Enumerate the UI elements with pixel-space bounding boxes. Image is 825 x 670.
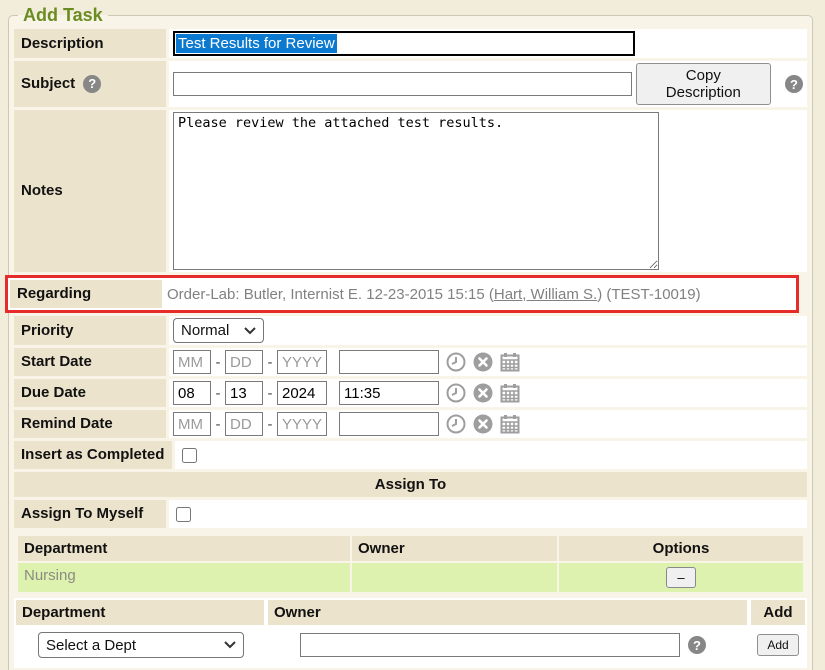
remind-date-time-input[interactable] <box>339 412 439 436</box>
start-date-row: Start Date - - <box>14 348 807 376</box>
regarding-value: Order-Lab: Butler, Internist E. 12-23-20… <box>165 280 703 308</box>
assign-to-section-header: Assign To <box>14 472 807 497</box>
assigned-table-row: Nursing – <box>18 563 803 592</box>
owner-help-icon[interactable]: ? <box>688 636 706 654</box>
subject-help-icon[interactable]: ? <box>83 75 101 93</box>
assigned-owner-value <box>352 563 557 592</box>
start-date-calendar-icon[interactable] <box>500 352 520 372</box>
start-date-label: Start Date <box>14 348 166 376</box>
due-date-day-input[interactable] <box>225 381 263 405</box>
start-date-month-input[interactable] <box>173 350 211 374</box>
assigned-department-value: Nursing <box>18 563 350 592</box>
priority-label: Priority <box>14 316 166 345</box>
department-selected-value: Select a Dept <box>46 637 136 654</box>
assign-to-myself-row: Assign To Myself <box>14 500 807 528</box>
chevron-down-icon <box>244 327 256 335</box>
insert-completed-checkbox[interactable] <box>182 448 197 463</box>
remind-date-calendar-icon[interactable] <box>500 414 520 434</box>
due-date-clock-icon[interactable] <box>446 383 466 403</box>
regarding-ref: ) (TEST-10019) <box>597 286 700 303</box>
priority-select[interactable]: Normal <box>173 318 264 343</box>
chevron-down-icon <box>224 641 236 649</box>
due-date-row: Due Date - - <box>14 379 807 407</box>
regarding-label: Regarding <box>10 280 162 308</box>
remind-date-clear-icon[interactable] <box>473 414 493 434</box>
regarding-text: Order-Lab: Butler, Internist E. 12-23-20… <box>167 286 494 303</box>
add-header-department: Department <box>16 600 264 625</box>
date-separator: - <box>267 385 273 402</box>
assigned-table-header: Department Owner Options <box>18 536 803 561</box>
description-label: Description <box>14 29 166 58</box>
add-header-add: Add <box>751 600 805 625</box>
notes-label: Notes <box>14 110 166 272</box>
start-date-clear-icon[interactable] <box>473 352 493 372</box>
add-table-row: Select a Dept ? Add <box>16 632 805 658</box>
priority-row: Priority Normal <box>14 316 807 345</box>
due-date-month-input[interactable] <box>173 381 211 405</box>
insert-completed-label: Insert as Completed <box>14 441 172 469</box>
assigned-table: Department Owner Options Nursing – <box>18 536 803 592</box>
assign-to-myself-checkbox[interactable] <box>176 507 191 522</box>
notes-textarea[interactable]: Please review the attached test results. <box>173 112 659 270</box>
regarding-row: Regarding Order-Lab: Butler, Internist E… <box>5 275 799 313</box>
remind-date-month-input[interactable] <box>173 412 211 436</box>
notes-row: Notes Please review the attached test re… <box>14 110 807 272</box>
start-date-clock-icon[interactable] <box>446 352 466 372</box>
department-select[interactable]: Select a Dept <box>38 632 244 658</box>
copy-description-help-icon[interactable]: ? <box>785 75 803 93</box>
add-header-owner: Owner <box>268 600 747 625</box>
add-task-fieldset: Add Task Description Test Results for Re… <box>8 5 813 670</box>
start-date-day-input[interactable] <box>225 350 263 374</box>
due-date-label: Due Date <box>14 379 166 407</box>
assigned-header-owner: Owner <box>352 536 557 561</box>
owner-input[interactable] <box>300 633 680 657</box>
date-separator: - <box>215 354 221 371</box>
add-assignment-button[interactable]: Add <box>757 634 798 656</box>
remind-date-clock-icon[interactable] <box>446 414 466 434</box>
due-date-clear-icon[interactable] <box>473 383 493 403</box>
remind-date-label: Remind Date <box>14 410 166 438</box>
subject-row: Subject ? Copy Description ? <box>14 61 807 107</box>
description-row: Description Test Results for Review <box>14 29 807 58</box>
description-selected-text: Test Results for Review <box>176 34 337 53</box>
start-date-year-input[interactable] <box>277 350 327 374</box>
description-input[interactable]: Test Results for Review <box>173 31 635 56</box>
date-separator: - <box>267 416 273 433</box>
assigned-header-options: Options <box>559 536 803 561</box>
remind-date-year-input[interactable] <box>277 412 327 436</box>
subject-input[interactable] <box>173 72 632 96</box>
remove-assignment-button[interactable]: – <box>666 567 696 588</box>
date-separator: - <box>215 416 221 433</box>
insert-completed-row: Insert as Completed <box>14 441 807 469</box>
remind-date-day-input[interactable] <box>225 412 263 436</box>
due-date-calendar-icon[interactable] <box>500 383 520 403</box>
subject-label: Subject ? <box>14 61 166 107</box>
page-title: Add Task <box>18 5 108 26</box>
copy-description-button[interactable]: Copy Description <box>636 63 771 105</box>
add-assignment-table: Department Owner Add Select a Dept ? Add <box>14 598 807 668</box>
assign-to-myself-label: Assign To Myself <box>14 500 166 528</box>
start-date-time-input[interactable] <box>339 350 439 374</box>
date-separator: - <box>267 354 273 371</box>
add-table-header: Department Owner Add <box>16 600 805 625</box>
assigned-header-department: Department <box>18 536 350 561</box>
remind-date-row: Remind Date - - <box>14 410 807 438</box>
due-date-time-input[interactable] <box>339 381 439 405</box>
regarding-patient-link[interactable]: Hart, William S. <box>494 286 597 303</box>
priority-selected-value: Normal <box>181 322 229 339</box>
due-date-year-input[interactable] <box>277 381 327 405</box>
date-separator: - <box>215 385 221 402</box>
